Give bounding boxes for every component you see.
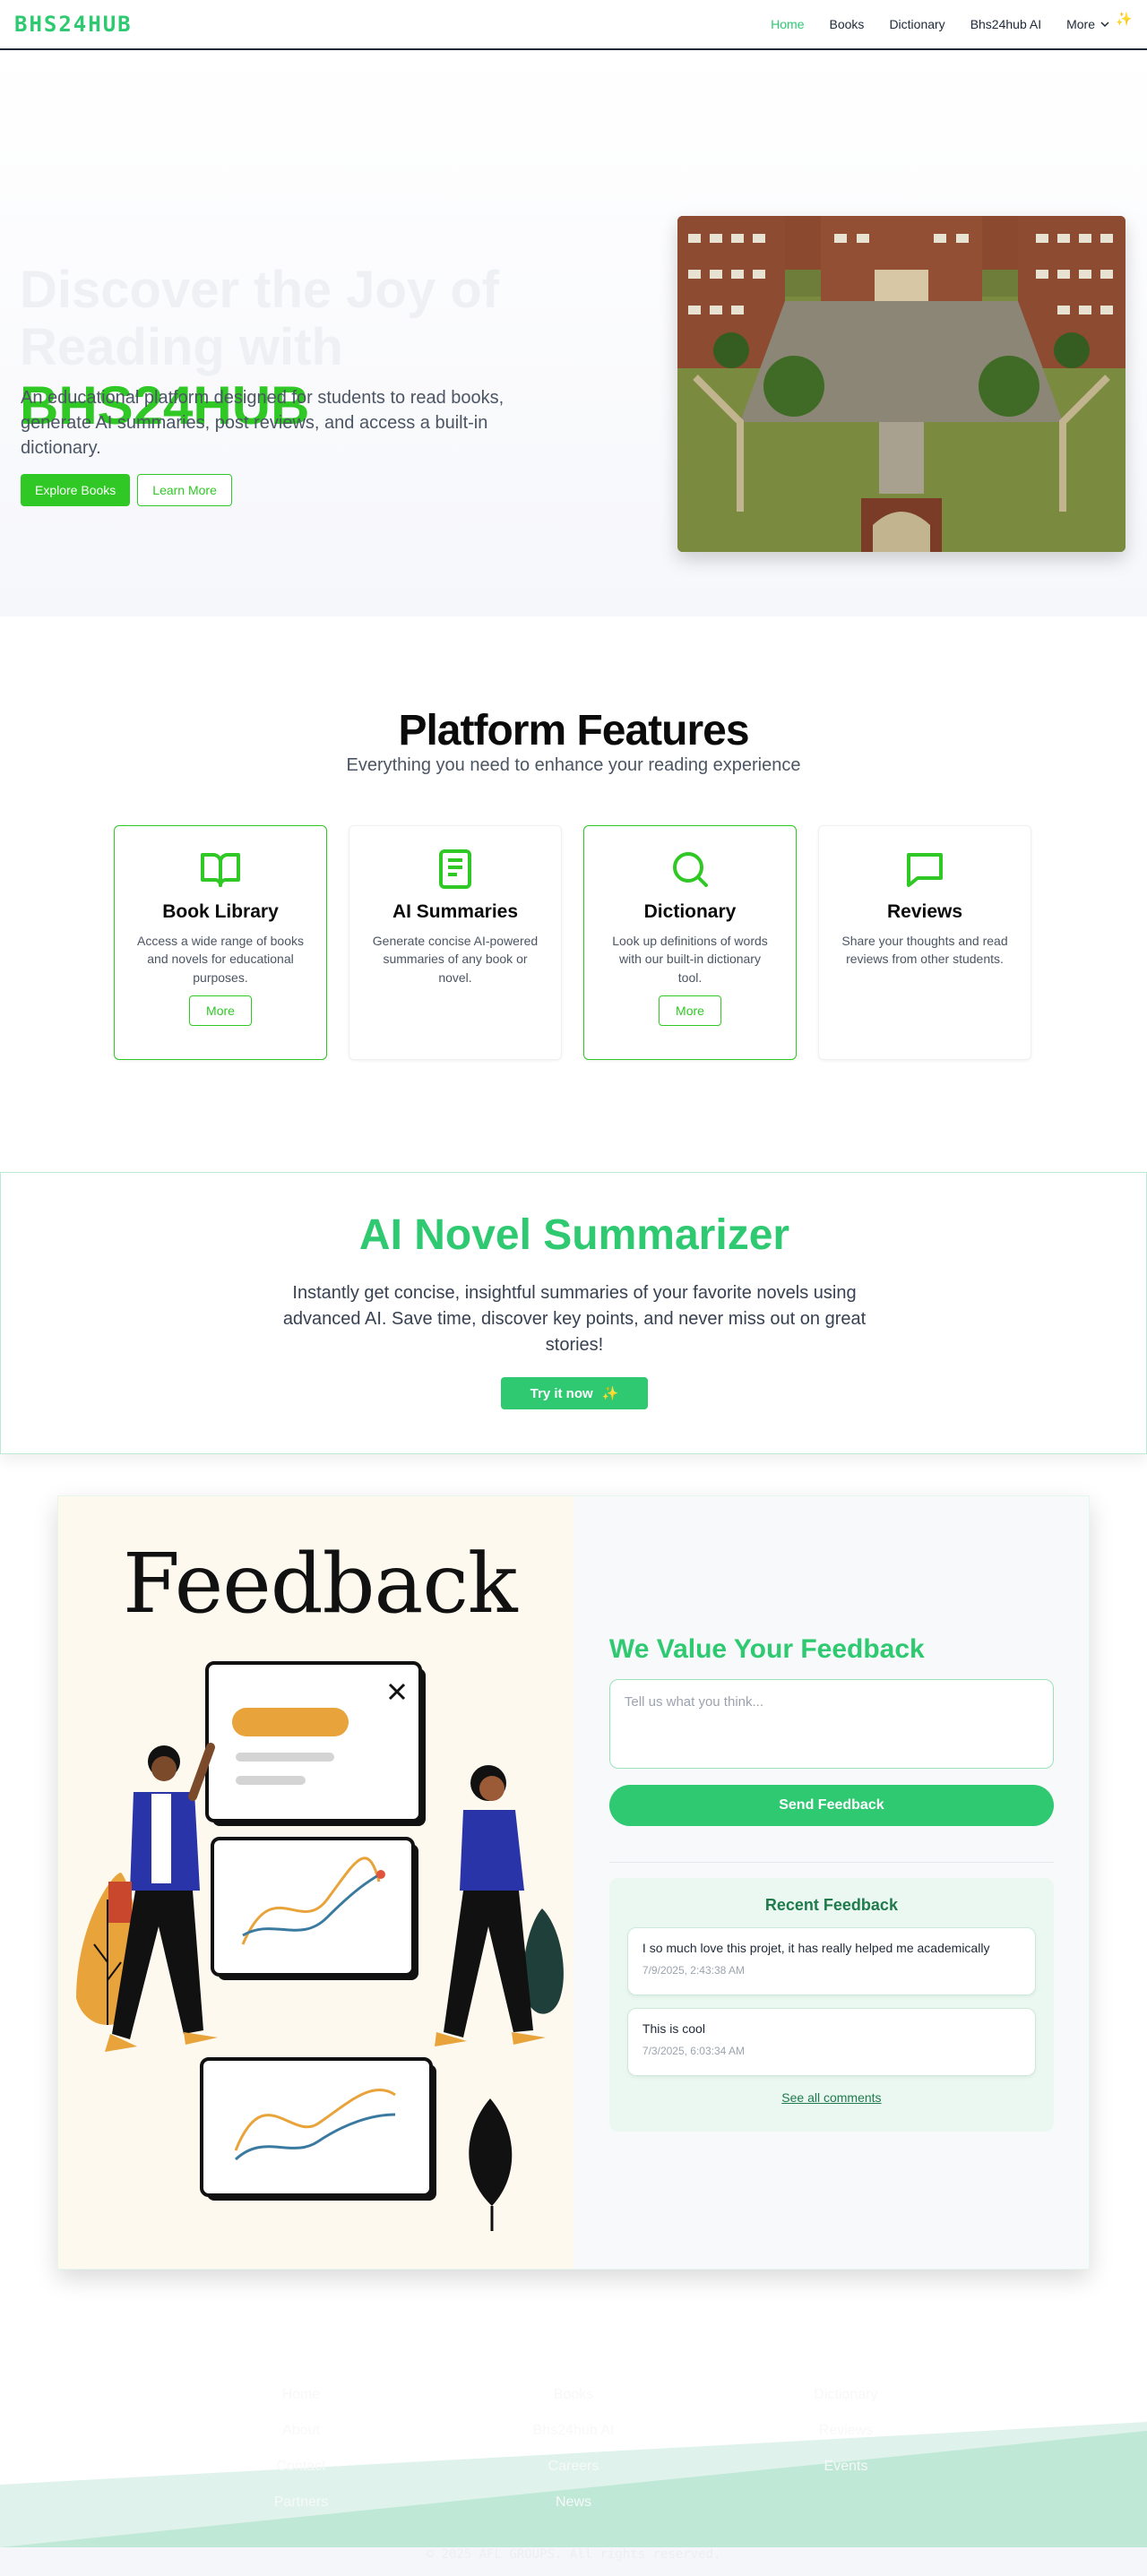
feedback-card: Feedback We Value Your Feedback Tell us …: [57, 1495, 1090, 2270]
chevron-down-icon: [1100, 22, 1109, 28]
nav-more-label: More: [1066, 17, 1095, 31]
book-library-more-button[interactable]: More: [189, 995, 252, 1026]
chat-icon: [841, 848, 1009, 891]
feature-card-title: AI Summaries: [392, 901, 519, 922]
sparkle-icon: ✨: [1116, 12, 1133, 27]
footer-link-books[interactable]: Books: [484, 2377, 663, 2413]
feedback-form-panel: We Value Your Feedback Tell us what you …: [573, 1496, 1089, 2269]
feature-card-desc: Generate concise AI-powered summaries of…: [372, 934, 539, 985]
recent-feedback-panel: Recent Feedback I so much love this proj…: [608, 1878, 1054, 2132]
comment-text: I so much love this projet, it has reall…: [642, 1941, 990, 1955]
nav-links: Home Books Dictionary Bhs24hub AI More: [758, 17, 1122, 31]
try-it-now-label: Try it now: [530, 1385, 593, 1401]
comment-timestamp: 7/3/2025, 6:03:34 AM: [642, 2045, 746, 2057]
hero-title-line2: Reading with: [20, 317, 343, 376]
top-navbar: BHS24HUB Home Books Dictionary Bhs24hub …: [0, 0, 1147, 50]
feature-card-dictionary[interactable]: Dictionary Look up definitions of words …: [583, 825, 797, 1060]
feature-card-desc: Access a wide range of books and novels …: [137, 934, 304, 985]
footer-link-events[interactable]: Events: [756, 2449, 936, 2485]
footer-link-ai[interactable]: Bhs24hub AI: [484, 2413, 663, 2449]
hero-campus-image: [677, 216, 1125, 552]
summarizer-description: Instantly get concise, insightful summar…: [282, 1283, 867, 1355]
try-it-now-button[interactable]: Try it now ✨: [501, 1377, 648, 1409]
search-icon: [606, 848, 774, 891]
hero-title-line1: Discover the Joy of: [20, 261, 500, 319]
ai-summarizer-section: AI Novel Summarizer Instantly get concis…: [0, 1172, 1147, 1454]
footer-column-1: Home About Contact Partners: [211, 2377, 391, 2520]
feature-card-reviews[interactable]: Reviews Share your thoughts and read rev…: [818, 825, 1031, 1060]
comment-timestamp: 7/9/2025, 2:43:38 AM: [642, 1964, 746, 1977]
footer-column-3: Dictionary Reviews Events: [756, 2377, 936, 2485]
hero-buttons: Explore Books Learn More: [21, 474, 232, 506]
feature-card-title: Reviews: [886, 901, 963, 922]
features-section: Platform Features Everything you need to…: [0, 616, 1147, 1172]
explore-books-button[interactable]: Explore Books: [21, 474, 131, 506]
feature-card-desc: Look up definitions of words with our bu…: [612, 934, 768, 985]
learn-more-button[interactable]: Learn More: [137, 474, 232, 506]
hero-description: An educational platform designed for stu…: [21, 388, 505, 458]
footer-link-reviews[interactable]: Reviews: [756, 2413, 936, 2449]
feature-cards: Book Library Access a wide range of book…: [114, 825, 1031, 1060]
nav-link-ai[interactable]: Bhs24hub AI: [958, 17, 1054, 31]
footer-link-careers[interactable]: Careers: [484, 2449, 663, 2485]
footer-column-2: Books Bhs24hub AI Careers News: [484, 2377, 663, 2520]
feedback-illustration: Feedback: [58, 1496, 574, 2269]
feedback-divider: [608, 1862, 1054, 1863]
footer-copyright: © 2025 AFL GROUPS. All rights reserved.: [426, 2547, 721, 2562]
nav-link-books[interactable]: Books: [817, 17, 877, 31]
see-all-comments-link[interactable]: See all comments: [627, 2090, 1036, 2105]
feedback-textarea[interactable]: Tell us what you think...: [608, 1679, 1054, 1769]
comment-text: This is cool: [642, 2021, 705, 2036]
features-title: Platform Features: [398, 707, 749, 754]
feedback-heading: We Value Your Feedback: [608, 1634, 925, 1664]
feature-card-title: Book Library: [162, 901, 279, 922]
feature-card-desc: Share your thoughts and read reviews fro…: [841, 934, 1008, 967]
hero-section: Discover the Joy of Reading with BHS24HU…: [0, 50, 1147, 616]
feedback-comment: This is cool 7/3/2025, 6:03:34 AM: [626, 2008, 1036, 2076]
book-open-icon: [136, 848, 305, 891]
sparkle-icon: ✨: [601, 1386, 619, 1401]
nav-more-dropdown[interactable]: More: [1054, 17, 1122, 31]
nav-link-dictionary[interactable]: Dictionary: [876, 17, 957, 31]
features-subtitle: Everything you need to enhance your read…: [346, 755, 801, 775]
footer-link-about[interactable]: About: [211, 2413, 391, 2449]
footer-link-news[interactable]: News: [484, 2485, 663, 2520]
feature-card-title: Dictionary: [643, 901, 737, 922]
recent-feedback-title: Recent Feedback: [764, 1896, 898, 1914]
feature-card-book-library[interactable]: Book Library Access a wide range of book…: [114, 825, 327, 1060]
site-footer: Home About Contact Partners Books Bhs24h…: [0, 2323, 1147, 2576]
footer-link-partners[interactable]: Partners: [211, 2485, 391, 2520]
summarizer-title: AI Novel Summarizer: [358, 1211, 790, 1259]
footer-link-home[interactable]: Home: [211, 2377, 391, 2413]
document-icon: [371, 848, 539, 891]
footer-link-contact[interactable]: Contact: [211, 2449, 391, 2485]
dictionary-more-button[interactable]: More: [659, 995, 721, 1026]
feature-card-ai-summaries[interactable]: AI Summaries Generate concise AI-powered…: [349, 825, 562, 1060]
brand-logo[interactable]: BHS24HUB: [14, 12, 133, 37]
nav-link-home[interactable]: Home: [758, 17, 816, 31]
footer-link-dictionary[interactable]: Dictionary: [756, 2377, 936, 2413]
feedback-section: Feedback We Value Your Feedback Tell us …: [0, 1454, 1147, 2323]
send-feedback-button[interactable]: Send Feedback: [608, 1785, 1054, 1826]
feedback-comment: I so much love this projet, it has reall…: [626, 1927, 1036, 1995]
